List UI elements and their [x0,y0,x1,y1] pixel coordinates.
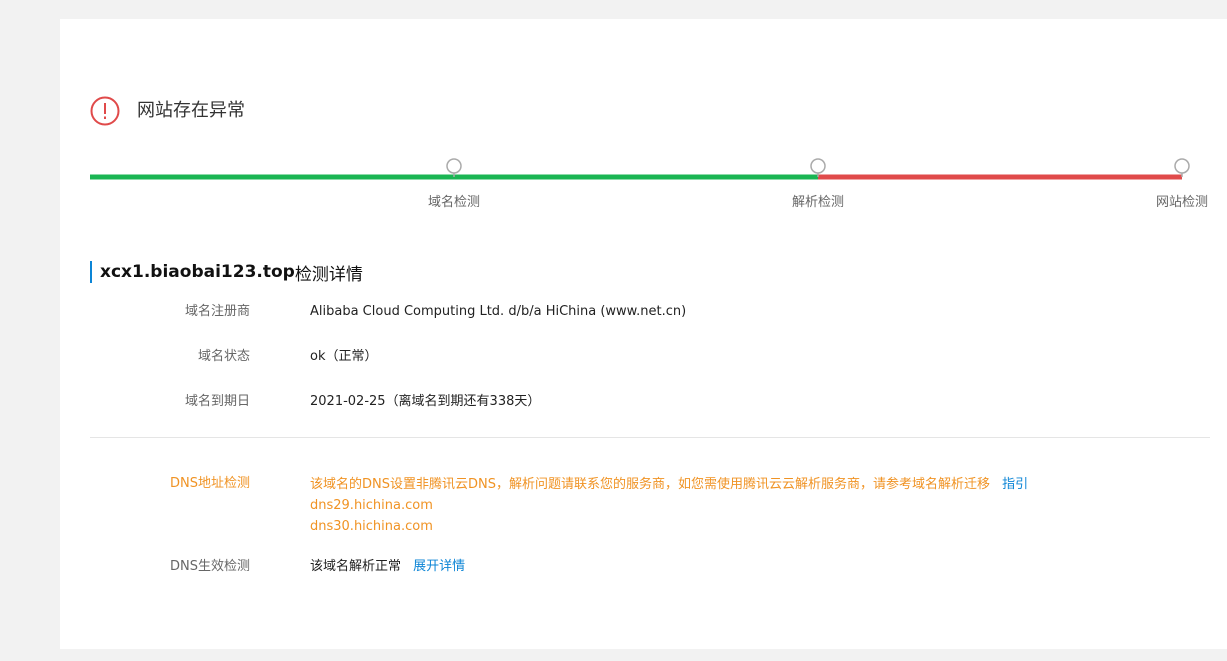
dns-address-value: 该域名的DNS设置非腾讯云DNS，解析问题请联系您的服务商，如您需使用腾讯云云解… [310,474,1028,537]
domain-status-value: ok（正常） [310,349,378,364]
divider [90,437,1210,438]
guide-link[interactable]: 指引 [1002,477,1028,492]
expiry-value: 2021-02-25（离域名到期还有338天） [310,394,541,409]
expand-details-link[interactable]: 展开详情 [413,559,465,574]
status-title: 网站存在异常 [137,100,245,121]
progress-node-2 [810,158,826,177]
dns-effect-label: DNS生效检测 [170,559,250,574]
progress-node-3 [1174,158,1190,177]
dns-effect-value-wrap: 该域名解析正常 展开详情 [310,557,465,577]
domain-status-label: 域名状态 [197,349,250,364]
progress-node-1 [446,158,462,177]
detail-section-title: xcx1.biaobai123.top 检测详情 [90,261,363,285]
domain-name: xcx1.biaobai123.top [100,262,295,282]
dns-address-message: 该域名的DNS设置非腾讯云DNS，解析问题请联系您的服务商，如您需使用腾讯云云解… [310,477,990,492]
dns-address-message-line: 该域名的DNS设置非腾讯云DNS，解析问题请联系您的服务商，如您需使用腾讯云云解… [310,474,1028,495]
dns-address-label: DNS地址检测 [170,476,250,491]
status-header: 网站存在异常 [90,95,245,127]
check-progress: 域名检测 解析检测 网站检测 [90,139,1208,210]
registrar-value: Alibaba Cloud Computing Ltd. d/b/a HiChi… [310,304,687,319]
step-label-website: 网站检测 [1155,195,1209,210]
progress-track [90,158,1190,180]
section-title-suffix: 检测详情 [294,264,363,285]
step-label-domain: 域名检测 [427,195,481,210]
dns-server-1: dns29.hichina.com [310,498,433,513]
step-label-resolve: 解析检测 [791,195,845,210]
dns-effect-value: 该域名解析正常 [310,559,402,574]
registrar-label: 域名注册商 [184,304,250,319]
dns-server-2: dns30.hichina.com [310,519,433,534]
result-card: 网站存在异常 域名检测 解析检测 网站检测 xcx1.biaobai123.to… [60,19,1227,649]
warning-circle-icon [90,96,120,126]
expiry-label: 域名到期日 [184,394,250,409]
